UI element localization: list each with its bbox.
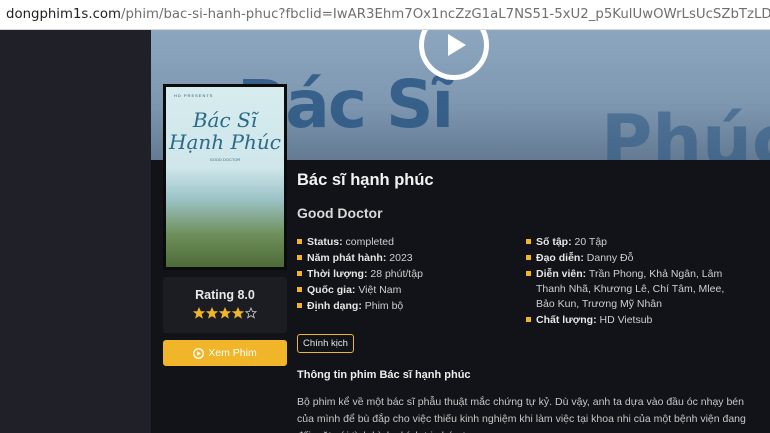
poster-top-text: HD PRESENTS	[174, 93, 214, 98]
browser-url-bar[interactable]: dongphim1s.com/phim/bac-si-hanh-phuc?fbc…	[0, 0, 770, 30]
detail-status: Status: completed	[297, 235, 517, 250]
watch-movie-label: Xem Phim	[208, 347, 257, 359]
star-filled-icon	[193, 307, 205, 319]
details-right-column: Số tập: 20 Tập Đạo diễn: Danny Đỗ Diễn v…	[526, 235, 742, 329]
detail-quality: Chất lượng: HD Vietsub	[526, 313, 742, 328]
genre-tag[interactable]: Chính kịch	[297, 334, 354, 353]
movie-title: Bác sĩ hạnh phúc	[297, 171, 434, 189]
details-left-column: Status: completed Năm phát hành: 2023 Th…	[297, 235, 517, 315]
rating-box: Rating 8.0	[163, 277, 287, 333]
rating-label: Rating 8.0	[195, 288, 255, 302]
detail-director: Đạo diễn: Danny Đỗ	[526, 251, 742, 266]
poster-title-line1: Bác Sĩ	[192, 108, 258, 132]
synopsis-heading: Thông tin phim Bác sĩ hạnh phúc	[297, 369, 471, 381]
play-circle-icon	[193, 347, 205, 359]
movie-page: Bác Sĩ Phúc HD PRESENTS Bác Sĩ Hạnh Phúc…	[151, 30, 770, 433]
star-filled-icon	[232, 307, 244, 319]
detail-country: Quốc gia: Việt Nam	[297, 283, 517, 298]
detail-format: Định dạng: Phim bộ	[297, 299, 517, 314]
play-icon	[448, 34, 466, 56]
movie-poster: HD PRESENTS Bác Sĩ Hạnh Phúc GOOD DOCTOR	[163, 84, 287, 270]
poster-title-line2: Hạnh Phúc	[169, 130, 281, 154]
star-filled-icon	[206, 307, 218, 319]
star-empty-icon	[245, 307, 257, 319]
url-path: /phim/bac-si-hanh-phuc?fbclid=IwAR3Ehm7O…	[120, 7, 770, 22]
movie-original-title: Good Doctor	[297, 205, 383, 221]
detail-cast: Diễn viên: Trần Phong, Khả Ngân, Lâm Tha…	[526, 267, 742, 312]
detail-duration: Thời lượng: 28 phút/tập	[297, 267, 517, 282]
url-host: dongphim1s.com	[6, 7, 121, 22]
synopsis-text: Bộ phim kể về một bác sĩ phẫu thuật mắc …	[297, 396, 746, 433]
rating-stars	[163, 307, 287, 319]
watch-movie-button[interactable]: Xem Phim	[163, 340, 287, 366]
poster-tagline: GOOD DOCTOR	[209, 157, 241, 162]
poster-title: Bác Sĩ Hạnh Phúc	[166, 109, 284, 153]
detail-episodes: Số tập: 20 Tập	[526, 235, 742, 250]
detail-release-year: Năm phát hành: 2023	[297, 251, 517, 266]
star-filled-icon	[219, 307, 231, 319]
